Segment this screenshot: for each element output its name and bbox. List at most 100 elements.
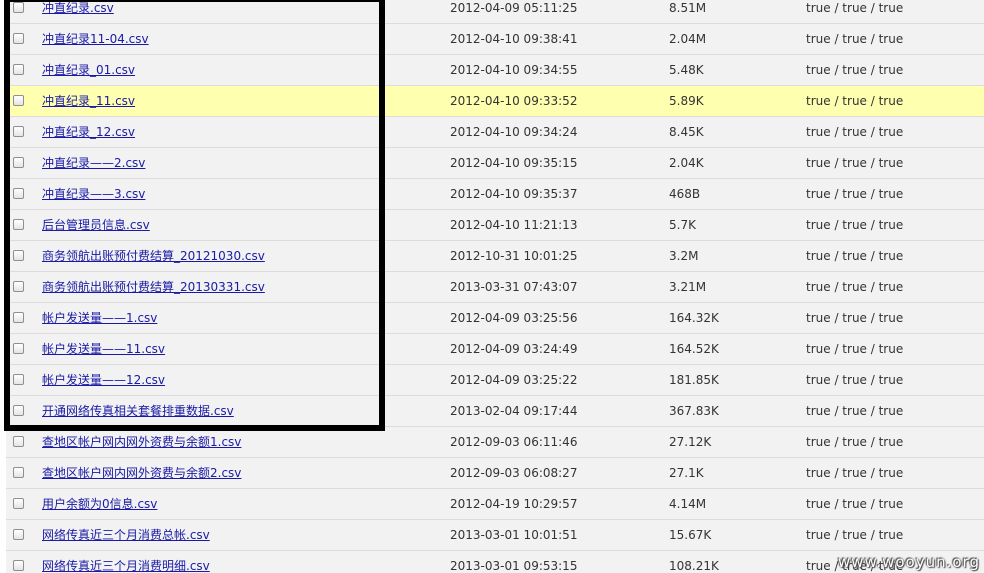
file-name-link[interactable]: 帐户发送量——11.csv (42, 334, 165, 364)
file-row[interactable]: 开通网络传真相关套餐排重数据.csv 2013-02-04 09:17:44 367… (6, 396, 984, 427)
row-checkbox[interactable] (13, 250, 24, 261)
modified-date: 2012-04-10 09:33:52 (450, 94, 578, 108)
permissions: true / true / true (806, 342, 904, 356)
file-name-link[interactable]: 商务领航出账预付费结算_20130331.csv (42, 272, 265, 302)
row-checkbox[interactable] (13, 188, 24, 199)
modified-date: 2013-02-04 09:17:44 (450, 404, 578, 418)
file-row[interactable]: 商务领航出账预付费结算_20121030.csv 2012-10-31 10:01… (6, 241, 984, 272)
file-name-link[interactable]: 查地区帐户网内网外资费与余额1.csv (42, 427, 241, 457)
file-row[interactable]: 冲直纪录_11.csv 2012-04-10 09:33:52 5.89K true … (6, 86, 984, 117)
modified-date: 2012-04-10 09:35:15 (450, 156, 578, 170)
permissions: true / true / true (806, 187, 904, 201)
file-size: 3.2M (669, 249, 699, 263)
file-size: 468B (669, 187, 701, 201)
row-checkbox[interactable] (13, 498, 24, 509)
file-name-link[interactable]: 开通网络传真相关套餐排重数据.csv (42, 396, 234, 426)
row-checkbox[interactable] (13, 64, 24, 75)
modified-date: 2013-03-01 09:53:15 (450, 559, 578, 573)
file-name-link[interactable]: 后台管理员信息.csv (42, 210, 150, 240)
permissions: true / true / true (806, 435, 904, 449)
modified-date: 2012-04-09 03:25:56 (450, 311, 578, 325)
row-checkbox[interactable] (13, 219, 24, 230)
file-row[interactable]: 查地区帐户网内网外资费与余额2.csv 2012-09-03 06:08:27 27… (6, 458, 984, 489)
row-checkbox[interactable] (13, 374, 24, 385)
file-name-link[interactable]: 帐户发送量——12.csv (42, 365, 165, 395)
file-row[interactable]: 商务领航出账预付费结算_20130331.csv 2013-03-31 07:43… (6, 272, 984, 303)
row-checkbox[interactable] (13, 405, 24, 416)
permissions: true / true / true (806, 156, 904, 170)
modified-date: 2012-04-10 09:34:55 (450, 63, 578, 77)
file-name-link[interactable]: 用户余额为0信息.csv (42, 489, 157, 519)
modified-date: 2012-04-10 11:21:13 (450, 218, 578, 232)
file-size: 367.83K (669, 404, 719, 418)
file-name-link[interactable]: 冲直纪录_11.csv (42, 86, 135, 116)
modified-date: 2012-04-10 09:35:37 (450, 187, 578, 201)
file-size: 5.48K (669, 63, 704, 77)
row-checkbox[interactable] (13, 312, 24, 323)
file-size: 108.21K (669, 559, 719, 573)
permissions: true / true / true (806, 311, 904, 325)
file-name-link[interactable]: 冲直纪录11-04.csv (42, 24, 149, 54)
permissions: true / true / true (806, 249, 904, 263)
row-checkbox[interactable] (13, 281, 24, 292)
file-row[interactable]: 冲直纪录_12.csv 2012-04-10 09:34:24 8.45K true … (6, 117, 984, 148)
row-checkbox[interactable] (13, 529, 24, 540)
file-row[interactable]: 冲直纪录11-04.csv 2012-04-10 09:38:41 2.04M tru… (6, 24, 984, 55)
modified-date: 2013-03-01 10:01:51 (450, 528, 578, 542)
file-name-link[interactable]: 冲直纪录.csv (42, 0, 114, 23)
row-checkbox[interactable] (13, 126, 24, 137)
permissions: true / true / true (806, 1, 904, 15)
permissions: true / true / true (806, 94, 904, 108)
file-size: 164.52K (669, 342, 719, 356)
row-checkbox[interactable] (13, 436, 24, 447)
file-name-link[interactable]: 冲直纪录_12.csv (42, 117, 135, 147)
file-manager-view: 冲直纪录.csv 2012-04-09 05:11:25 8.51M true / t… (0, 0, 984, 573)
modified-date: 2012-04-19 10:29:57 (450, 497, 578, 511)
permissions: true / true / true (806, 497, 904, 511)
file-size: 27.1K (669, 466, 704, 480)
row-checkbox[interactable] (13, 560, 24, 571)
file-name-link[interactable]: 网络传真近三个月消费总帐.csv (42, 520, 210, 550)
modified-date: 2012-04-09 03:25:22 (450, 373, 578, 387)
row-checkbox[interactable] (13, 343, 24, 354)
modified-date: 2012-04-10 09:38:41 (450, 32, 578, 46)
file-name-link[interactable]: 商务领航出账预付费结算_20121030.csv (42, 241, 265, 271)
file-size: 3.21M (669, 280, 707, 294)
file-row[interactable]: 冲直纪录——3.csv 2012-04-10 09:35:37 468B true /… (6, 179, 984, 210)
modified-date: 2012-09-03 06:08:27 (450, 466, 578, 480)
file-row[interactable]: 冲直纪录.csv 2012-04-09 05:11:25 8.51M true / t… (6, 0, 984, 24)
watermark: www.wooyun.org (837, 553, 980, 571)
file-name-link[interactable]: 网络传真近三个月消费明细.csv (42, 551, 210, 573)
file-row[interactable]: 冲直纪录——2.csv 2012-04-10 09:35:15 2.04K true … (6, 148, 984, 179)
row-checkbox[interactable] (13, 157, 24, 168)
file-row[interactable]: 帐户发送量——11.csv 2012-04-09 03:24:49 164.52K t… (6, 334, 984, 365)
permissions: true / true / true (806, 528, 904, 542)
file-row[interactable]: 查地区帐户网内网外资费与余额1.csv 2012-09-03 06:11:46 27… (6, 427, 984, 458)
file-row[interactable]: 帐户发送量——1.csv 2012-04-09 03:25:56 164.32K tr… (6, 303, 984, 334)
row-checkbox[interactable] (13, 2, 24, 13)
permissions: true / true / true (806, 404, 904, 418)
file-size: 164.32K (669, 311, 719, 325)
file-name-link[interactable]: 冲直纪录——3.csv (42, 179, 145, 209)
file-size: 5.89K (669, 94, 704, 108)
file-size: 181.85K (669, 373, 719, 387)
file-size: 5.7K (669, 218, 696, 232)
file-row[interactable]: 网络传真近三个月消费总帐.csv 2013-03-01 10:01:51 15.67… (6, 520, 984, 551)
file-row[interactable]: 冲直纪录_01.csv 2012-04-10 09:34:55 5.48K true … (6, 55, 984, 86)
row-checkbox[interactable] (13, 467, 24, 478)
modified-date: 2012-10-31 10:01:25 (450, 249, 578, 263)
row-checkbox[interactable] (13, 33, 24, 44)
file-name-link[interactable]: 帐户发送量——1.csv (42, 303, 157, 333)
file-name-link[interactable]: 查地区帐户网内网外资费与余额2.csv (42, 458, 241, 488)
file-row[interactable]: 用户余额为0信息.csv 2012-04-19 10:29:57 4.14M true… (6, 489, 984, 520)
file-size: 27.12K (669, 435, 712, 449)
permissions: true / true / true (806, 466, 904, 480)
file-name-link[interactable]: 冲直纪录——2.csv (42, 148, 145, 178)
row-checkbox[interactable] (13, 95, 24, 106)
file-size: 4.14M (669, 497, 707, 511)
file-row[interactable]: 后台管理员信息.csv 2012-04-10 11:21:13 5.7K true /… (6, 210, 984, 241)
file-name-link[interactable]: 冲直纪录_01.csv (42, 55, 135, 85)
modified-date: 2013-03-31 07:43:07 (450, 280, 578, 294)
permissions: true / true / true (806, 280, 904, 294)
file-row[interactable]: 帐户发送量——12.csv 2012-04-09 03:25:22 181.85K t… (6, 365, 984, 396)
